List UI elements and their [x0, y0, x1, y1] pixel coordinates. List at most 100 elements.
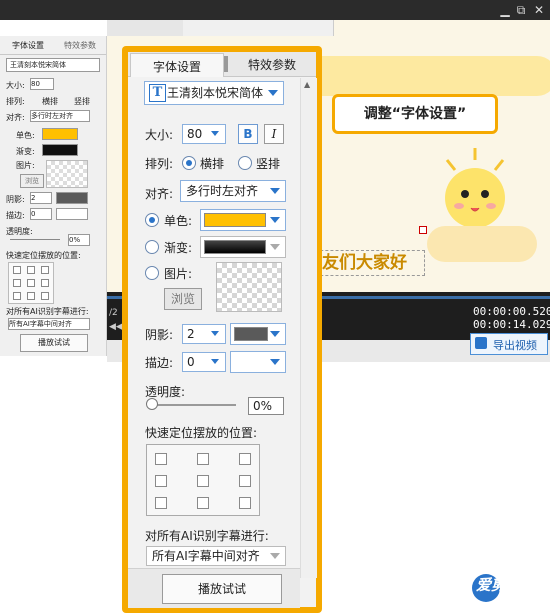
size-dropdown-icon[interactable]: [211, 131, 219, 136]
opacity-slider-track[interactable]: [150, 404, 236, 406]
subtitle-handle[interactable]: [419, 226, 427, 234]
solid-color-radio[interactable]: [145, 213, 159, 227]
browse-button[interactable]: 浏览: [164, 288, 202, 310]
font-name: 王清刻本悦宋简体: [167, 86, 264, 100]
export-video-button[interactable]: 导出视频: [470, 333, 548, 355]
gradient-swatch: [204, 240, 266, 254]
bg-font-select[interactable]: 王清刻本悦宋简体: [6, 58, 100, 72]
bg-align-select[interactable]: 多行时左对齐: [30, 110, 90, 122]
play-controls-icon[interactable]: ◀◀: [109, 322, 123, 332]
panel-scrollbar[interactable]: ▲: [300, 78, 317, 578]
ai-subtitle-label: 对所有AI识别字幕进行:: [145, 529, 269, 543]
solid-color-label: 单色:: [164, 214, 193, 228]
subtitle-text[interactable]: 友们大家好: [305, 250, 425, 276]
align-select[interactable]: 多行时左对齐: [180, 180, 286, 202]
tab-divider: [224, 56, 228, 72]
bg-solid-swatch[interactable]: [42, 128, 78, 140]
bg-pos-cell[interactable]: [27, 266, 35, 274]
logo-text: 爱剪辑: [476, 576, 522, 594]
bg-pos-cell[interactable]: [13, 279, 21, 287]
bg-pos-cell[interactable]: [27, 292, 35, 300]
gradient-picker[interactable]: [200, 236, 286, 258]
stroke-dropdown-icon[interactable]: [211, 359, 219, 364]
panel-tab-bar: 字体设置 特效参数: [128, 52, 316, 77]
preview-button[interactable]: 播放试试: [162, 574, 282, 604]
position-grid: [146, 444, 260, 516]
shadow-label: 阴影:: [145, 328, 174, 342]
opacity-input[interactable]: 0%: [248, 397, 284, 415]
shadow-color-picker[interactable]: [230, 323, 286, 345]
minimize-button[interactable]: ▁: [498, 3, 512, 17]
bold-button[interactable]: B: [238, 124, 258, 144]
vertical-radio[interactable]: [238, 156, 252, 170]
pos-bottom-center[interactable]: [197, 497, 209, 509]
bg-stroke-color[interactable]: [56, 208, 88, 220]
opacity-slider-thumb[interactable]: [146, 398, 158, 410]
chevron-down-icon: [270, 553, 280, 559]
close-button[interactable]: ✕: [532, 3, 546, 17]
bg-size-input[interactable]: 80: [30, 78, 54, 90]
image-radio[interactable]: [145, 266, 159, 280]
bg-opacity-input[interactable]: 0%: [68, 234, 90, 246]
gradient-radio[interactable]: [145, 240, 159, 254]
scroll-up-icon[interactable]: ▲: [304, 80, 310, 89]
bg-position-grid: [8, 262, 54, 304]
bg-tab-font[interactable]: 字体设置: [12, 40, 44, 51]
bg-pos-cell[interactable]: [41, 266, 49, 274]
ai-subtitle-select[interactable]: 所有AI字幕中间对齐: [146, 546, 286, 566]
background-tab-bar: 字体设置 特效参数: [0, 36, 106, 55]
bg-pos-cell[interactable]: [41, 292, 49, 300]
horizontal-radio[interactable]: [182, 156, 196, 170]
font-type-icon: T: [149, 84, 166, 102]
bg-vertical-label[interactable]: 竖排: [74, 96, 90, 107]
pos-bottom-left[interactable]: [155, 497, 167, 509]
restore-button[interactable]: ⧉: [514, 3, 528, 17]
pos-top-left[interactable]: [155, 453, 167, 465]
stroke-color-picker[interactable]: [230, 351, 286, 373]
font-size-input[interactable]: 80: [182, 124, 226, 144]
vertical-label[interactable]: 竖排: [256, 155, 280, 172]
bg-tab-effects[interactable]: 特效参数: [64, 40, 96, 51]
italic-button[interactable]: I: [264, 124, 284, 144]
bg-browse-button[interactable]: 浏览: [20, 174, 44, 188]
bg-pos-cell[interactable]: [27, 279, 35, 287]
pos-middle-right[interactable]: [239, 475, 251, 487]
horizontal-label[interactable]: 横排: [200, 155, 224, 172]
pos-bottom-right[interactable]: [239, 497, 251, 509]
shadow-color-swatch: [234, 327, 268, 341]
quick-position-label: 快速定位摆放的位置:: [145, 426, 258, 440]
bg-gradient-label: 渐变:: [16, 147, 35, 156]
shadow-dropdown-icon[interactable]: [211, 331, 219, 336]
export-icon: [475, 337, 487, 349]
bg-pos-cell[interactable]: [13, 266, 21, 274]
callout-box: 调整“字体设置”: [332, 94, 498, 134]
bg-horizontal-label[interactable]: 横排: [42, 96, 58, 107]
video-tab[interactable]: [183, 20, 334, 36]
font-family-select[interactable]: T 王清刻本悦宋简体: [144, 81, 284, 105]
stroke-size-input[interactable]: 0: [182, 352, 226, 372]
bg-layout-label: 排列:: [6, 97, 25, 106]
bg-pos-cell[interactable]: [41, 279, 49, 287]
bg-ai-select[interactable]: 所有AI字幕中间对齐: [8, 318, 90, 330]
chevron-down-icon: [270, 331, 280, 337]
aijianji-logo: 爱剪辑: [472, 566, 546, 606]
bg-preview-button[interactable]: 播放试试: [20, 334, 88, 352]
tab-font-settings[interactable]: 字体设置: [130, 53, 224, 77]
stroke-label: 描边:: [145, 356, 174, 370]
pos-top-center[interactable]: [197, 453, 209, 465]
align-label: 对齐:: [145, 187, 174, 201]
bg-gradient-swatch[interactable]: [42, 144, 78, 156]
shadow-size-input[interactable]: 2: [182, 324, 226, 344]
bg-pos-cell[interactable]: [13, 292, 21, 300]
pos-middle-center[interactable]: [197, 475, 209, 487]
bg-shadow-input[interactable]: 2: [30, 192, 52, 204]
tab-effect-params[interactable]: 特效参数: [248, 56, 296, 73]
video-tab[interactable]: [107, 20, 184, 36]
pos-middle-left[interactable]: [155, 475, 167, 487]
bg-size-label: 大小:: [6, 81, 25, 90]
bg-stroke-input[interactable]: 0: [30, 208, 52, 220]
bg-opacity-slider[interactable]: [10, 239, 60, 240]
solid-color-picker[interactable]: [200, 209, 286, 231]
pos-top-right[interactable]: [239, 453, 251, 465]
bg-shadow-swatch[interactable]: [56, 192, 88, 204]
